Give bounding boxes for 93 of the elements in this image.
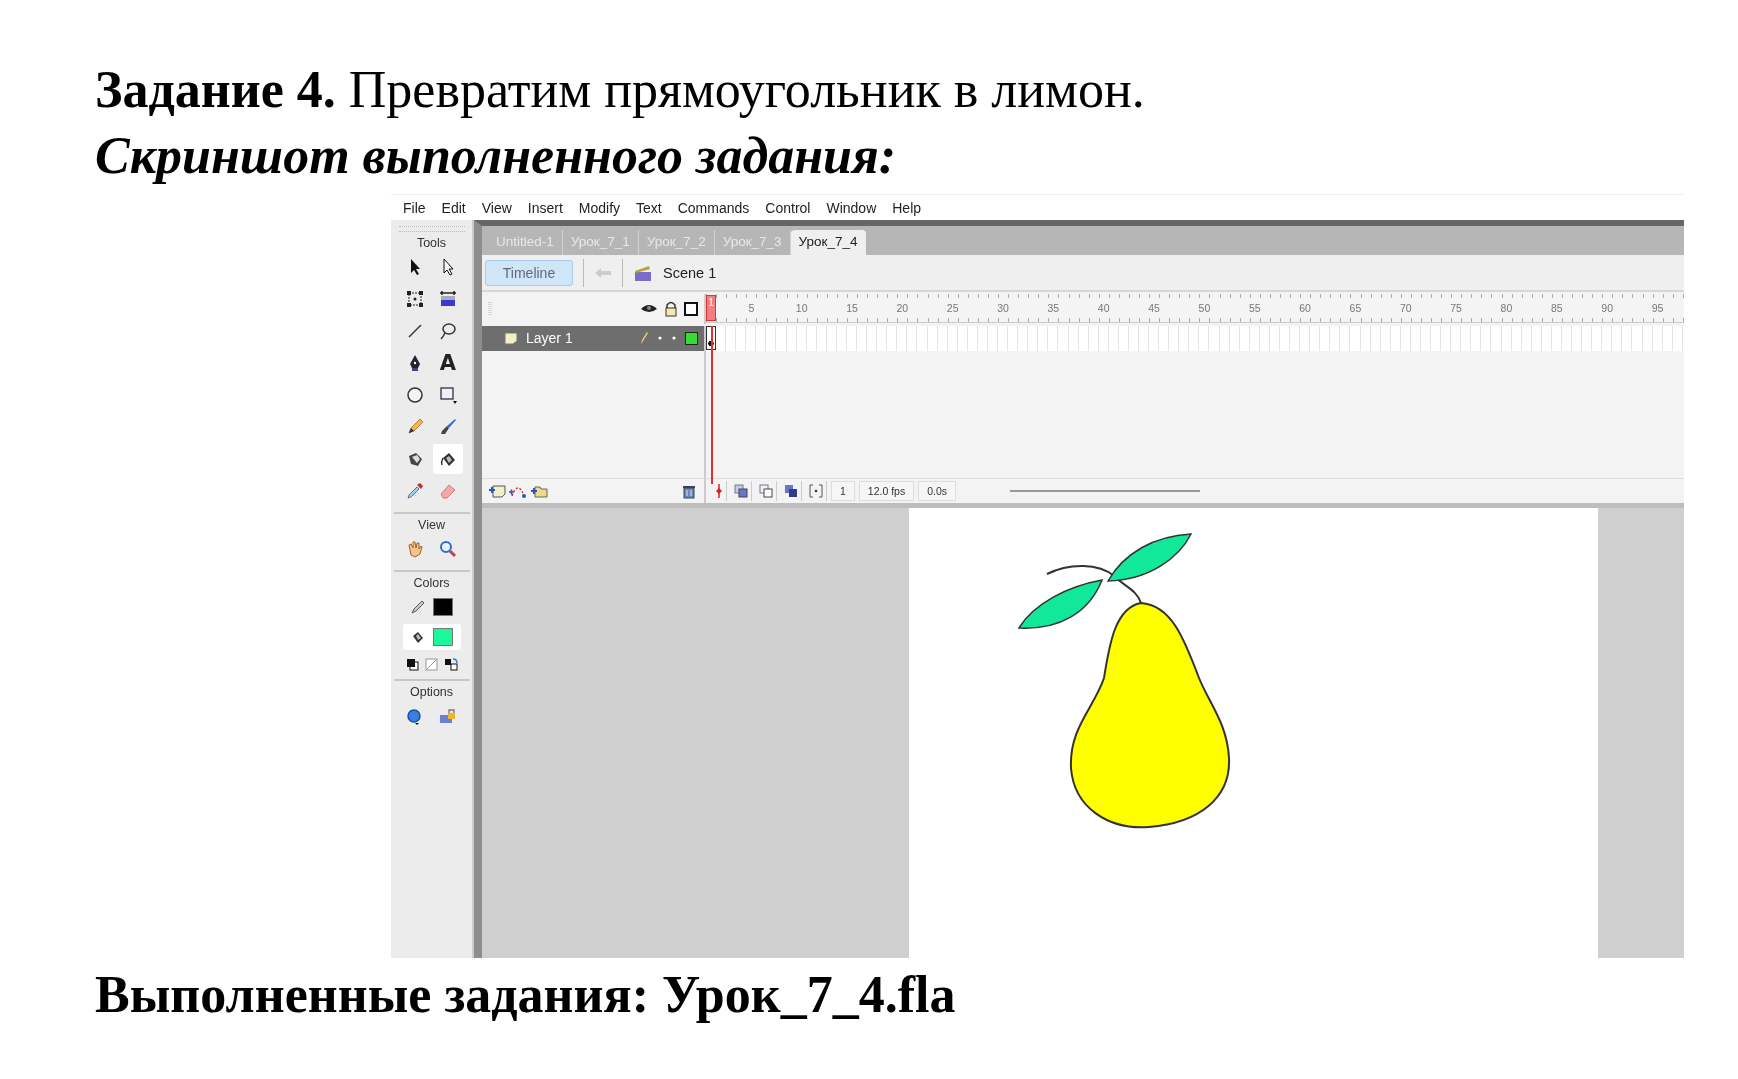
pen-icon <box>407 354 423 372</box>
lasso-icon <box>439 322 457 340</box>
frame-number: 55 <box>1247 302 1262 315</box>
menu-item[interactable]: Insert <box>519 199 571 216</box>
frame-number: 15 <box>845 302 859 315</box>
menu-item[interactable]: View <box>473 199 520 216</box>
onion-skin-button[interactable] <box>731 481 752 501</box>
scroll-bar[interactable] <box>1010 490 1201 492</box>
brush-icon <box>439 418 457 436</box>
motion-guide-icon[interactable] <box>509 484 527 498</box>
frame-number: 90 <box>1600 302 1614 315</box>
text-tool-button[interactable]: A <box>433 348 463 378</box>
paint-bucket-icon <box>410 630 425 644</box>
menu-item[interactable]: Modify <box>570 199 629 216</box>
subtitle: Скриншот выполненного задания: <box>95 126 898 186</box>
frame-number: 80 <box>1499 302 1514 315</box>
trash-icon[interactable] <box>682 483 696 499</box>
timeline-button[interactable]: Timeline <box>485 259 573 286</box>
onion-markers-button[interactable] <box>806 481 827 501</box>
frame-number: 65 <box>1348 302 1363 315</box>
menu-item[interactable]: Help <box>884 199 930 216</box>
default-colors-icon <box>405 658 419 671</box>
bracket-icon <box>809 484 823 498</box>
eye-icon <box>640 302 658 315</box>
footer-heading: Выполненные задания: Урок_7_4.fla <box>95 965 957 1025</box>
layer-row[interactable]: Layer 1 <box>482 325 706 351</box>
rectangle-icon <box>439 386 457 404</box>
line-icon <box>407 323 423 339</box>
paint-bucket-icon <box>439 450 457 468</box>
scene-label[interactable]: Scene 1 <box>663 264 717 281</box>
oval-icon <box>406 386 424 404</box>
transform-icon <box>406 290 424 308</box>
menu-item[interactable]: Window <box>818 199 885 216</box>
eyedropper-icon <box>406 482 424 500</box>
menu-item[interactable]: Control <box>757 199 819 216</box>
menu-item[interactable]: Commands <box>669 199 758 216</box>
stroke-color-swatch[interactable] <box>432 598 453 616</box>
dot-icon[interactable] <box>657 335 663 342</box>
frame-number: 40 <box>1096 302 1111 315</box>
ink-bottle-icon <box>406 450 424 468</box>
onion-skin-icon <box>734 484 748 498</box>
task-heading: Задание 4. Превратим прямоугольник в лимон. <box>95 60 1146 120</box>
new-layer-icon[interactable] <box>488 484 506 498</box>
lock-icon <box>664 300 678 317</box>
dot-icon[interactable] <box>671 335 677 342</box>
current-frame-field: 1 <box>831 481 855 501</box>
frame-number: 70 <box>1398 302 1413 315</box>
playhead-icon <box>715 484 723 498</box>
eraser-icon <box>439 482 457 500</box>
frame-number: 60 <box>1298 302 1312 315</box>
panel-title: Colors <box>413 576 450 590</box>
frame-number: 50 <box>1197 302 1212 315</box>
fill-color-swatch[interactable] <box>432 628 453 646</box>
lock-fill-icon <box>439 707 457 725</box>
clapperboard-icon <box>633 263 653 282</box>
hand-icon <box>406 540 424 558</box>
swap-colors-icon <box>443 658 458 671</box>
frame-rate-field[interactable]: 12.0 fps <box>858 481 915 501</box>
elapsed-time-field: 0.0s <box>918 481 957 501</box>
gradient-icon <box>439 290 457 308</box>
menu-item[interactable]: File <box>395 199 434 216</box>
menu-item[interactable]: Edit <box>433 199 474 216</box>
pencil-icon <box>406 418 424 436</box>
frame-number: 35 <box>1046 302 1061 315</box>
outline-color-square[interactable] <box>685 331 698 345</box>
frame-number: 25 <box>945 302 960 315</box>
frame-number: 85 <box>1549 302 1564 315</box>
frame-number: 5 <box>747 302 756 315</box>
frame-number: 30 <box>996 302 1010 315</box>
frames-icon <box>784 484 798 498</box>
layer-name: Layer 1 <box>526 330 573 347</box>
document-tab[interactable]: Урок_7_4 <box>790 230 866 256</box>
layer-icon <box>504 331 518 345</box>
fill-color-row[interactable] <box>402 624 461 650</box>
folder-icon[interactable] <box>530 484 548 498</box>
frame-number: 10 <box>794 302 809 315</box>
zoom-icon <box>439 540 457 558</box>
frame-number: 95 <box>1650 302 1665 315</box>
no-color-icon <box>424 658 438 671</box>
frame-number: 20 <box>895 302 910 315</box>
pencil-icon <box>639 331 649 346</box>
menu-item[interactable]: Text <box>628 199 670 216</box>
magnet-icon <box>406 707 424 725</box>
outline-icon <box>684 301 698 316</box>
frame-number: 75 <box>1449 302 1463 315</box>
panel-title: View <box>418 518 445 532</box>
tool-button[interactable] <box>433 444 463 474</box>
arrow-icon <box>440 258 456 276</box>
onion-outline-icon <box>759 484 773 498</box>
pencil-icon <box>410 600 425 614</box>
frame-number: 45 <box>1147 302 1161 315</box>
panel-title: Options <box>409 685 454 699</box>
panel-title: Tools <box>416 236 447 250</box>
